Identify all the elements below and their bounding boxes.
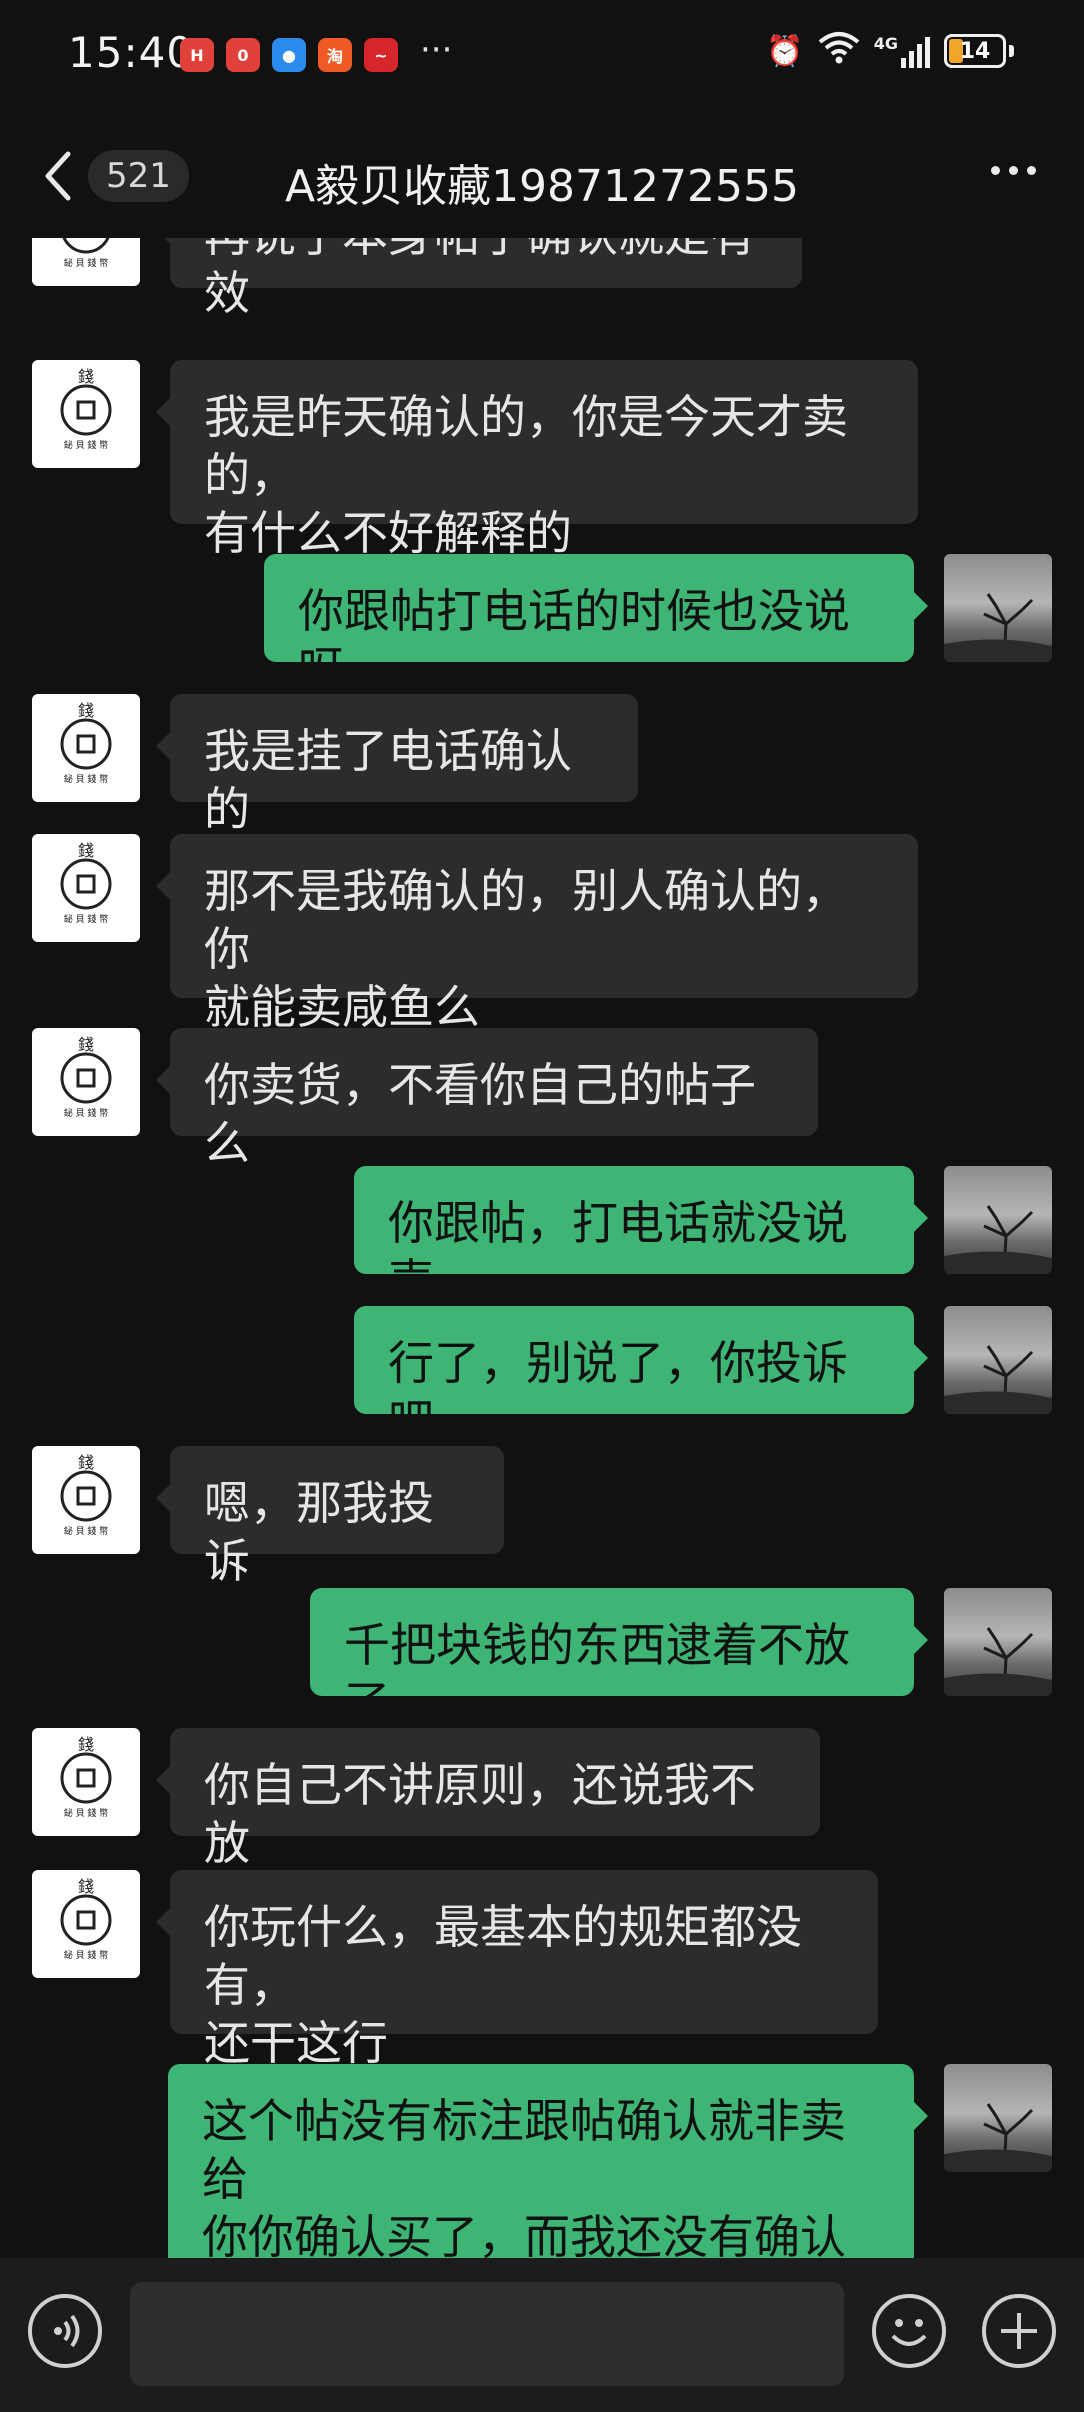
outgoing-message-row: 千把块钱的东西逮着不放了 [0,1588,1084,1730]
chat-title: A毅贝收藏19871272555 [284,161,800,212]
clock: 15:40 [68,28,195,77]
signal-icon: 4G [874,34,930,68]
smiley-icon [891,2319,927,2346]
my-avatar[interactable] [944,554,1052,662]
incoming-message-row: 錢鉍 貝 錢 幣再说了本身帖子确认就是有效 [0,238,1084,320]
incoming-message-row: 錢鉍 貝 錢 幣嗯，那我投诉 [0,1446,1084,1588]
message-bubble[interactable]: 我是挂了电话确认的 [156,694,638,836]
svg-text:錢: 錢 [78,1877,94,1896]
svg-text:鉍 貝 錢 幣: 鉍 貝 錢 幣 [64,439,109,451]
svg-text:鉍 貝 錢 幣: 鉍 貝 錢 幣 [64,773,109,785]
emoji-button[interactable] [872,2294,946,2368]
voice-input-button[interactable] [28,2294,102,2368]
incoming-message-row: 錢鉍 貝 錢 幣你卖货，不看你自己的帖子么 [0,1028,1084,1170]
message-list[interactable]: 錢鉍 貝 錢 幣再说了本身帖子确认就是有效錢鉍 貝 錢 幣我是昨天确认的，你是今… [0,238,1084,2258]
more-actions-button[interactable] [982,2294,1056,2368]
system-icons: ⏰ 4G 14 [766,30,1014,72]
status-bar: 15:40 H 0 ● 淘 ~ ··· ⏰ 4G 14 [0,0,1084,112]
my-avatar[interactable] [944,1166,1052,1274]
contact-avatar[interactable]: 錢鉍 貝 錢 幣 [32,1446,140,1554]
message-app-icon: ● [272,38,306,72]
plus-icon [1001,2313,1037,2349]
message-bubble[interactable]: 这个帖没有标注跟帖确认就非卖给 你你确认买了，而我还没有确认卖 给你， [168,2064,928,2258]
outgoing-message-row: 你跟帖，打电话就没说声 [0,1166,1084,1308]
incoming-message-row: 錢鉍 貝 錢 幣我是昨天确认的，你是今天才卖的， 有什么不好解释的 [0,360,1084,560]
battery-icon: 14 [944,34,1006,68]
contact-avatar[interactable]: 錢鉍 貝 錢 幣 [32,694,140,802]
incoming-message-row: 錢鉍 貝 錢 幣那不是我确认的，别人确认的，你 就能卖咸鱼么 [0,834,1084,1034]
message-bubble[interactable]: 你玩什么，最基本的规矩都没有， 还干这行 [156,1870,878,2070]
svg-text:鉍 貝 錢 幣: 鉍 貝 錢 幣 [64,1807,109,1819]
message-bubble[interactable]: 那不是我确认的，别人确认的，你 就能卖咸鱼么 [156,834,918,1034]
message-input[interactable] [130,2282,844,2386]
taobao-icon: 淘 [318,38,352,72]
svg-text:鉍 貝 錢 幣: 鉍 貝 錢 幣 [64,1525,109,1537]
wifi-icon [818,30,860,72]
outgoing-message-row: 你跟帖打电话的时候也没说呀 [0,554,1084,696]
svg-text:錢: 錢 [78,1453,94,1472]
outgoing-message-row: 这个帖没有标注跟帖确认就非卖给 你你确认买了，而我还没有确认卖 给你， [0,2064,1084,2258]
svg-text:錢: 錢 [78,841,94,860]
incoming-message-row: 錢鉍 貝 錢 幣你自己不讲原则，还说我不放 [0,1728,1084,1870]
svg-text:錢: 錢 [78,1035,94,1054]
svg-text:錢: 錢 [78,1735,94,1754]
alarm-icon: ⏰ [766,33,804,69]
outgoing-message-row: 行了，别说了，你投诉吧 [0,1306,1084,1448]
svg-text:錢: 錢 [78,367,94,386]
svg-text:鉍 貝 錢 幣: 鉍 貝 錢 幣 [64,1107,109,1119]
message-bubble[interactable]: 再说了本身帖子确认就是有效 [156,238,802,320]
network-type-label: 4G [873,34,898,53]
my-avatar[interactable] [944,1306,1052,1414]
message-bubble[interactable]: 你跟帖打电话的时候也没说呀 [264,554,928,696]
my-avatar[interactable] [944,1588,1052,1696]
message-bubble[interactable]: 嗯，那我投诉 [156,1446,504,1588]
more-notifications-icon: ··· [420,30,453,70]
message-bubble[interactable]: 你自己不讲原则，还说我不放 [156,1728,820,1870]
contact-avatar[interactable]: 錢鉍 貝 錢 幣 [32,1028,140,1136]
stock-app-icon: ~ [364,38,398,72]
incoming-message-row: 錢鉍 貝 錢 幣你玩什么，最基本的规矩都没有， 还干这行 [0,1870,1084,2070]
contact-avatar[interactable]: 錢鉍 貝 錢 幣 [32,1870,140,1978]
svg-text:鉍 貝 錢 幣: 鉍 貝 錢 幣 [64,1949,109,1961]
chat-header: 521 A毅贝收藏19871272555 [0,112,1084,238]
input-bar [0,2258,1084,2412]
contact-avatar[interactable]: 錢鉍 貝 錢 幣 [32,834,140,942]
message-bubble[interactable]: 我是昨天确认的，你是今天才卖的， 有什么不好解释的 [156,360,918,560]
huawei-app-icon: H [180,38,214,72]
more-options-button[interactable] [991,166,1036,175]
svg-text:鉍 貝 錢 幣: 鉍 貝 錢 幣 [64,913,109,925]
battery-level: 14 [959,38,991,64]
contact-avatar[interactable]: 錢鉍 貝 錢 幣 [32,238,140,286]
svg-text:鉍 貝 錢 幣: 鉍 貝 錢 幣 [64,257,109,269]
contact-avatar[interactable]: 錢鉍 貝 錢 幣 [32,360,140,468]
message-bubble[interactable]: 行了，别说了，你投诉吧 [354,1306,928,1448]
message-bubble[interactable]: 你卖货，不看你自己的帖子么 [156,1028,818,1170]
notification-icons: H 0 ● 淘 ~ [180,38,398,72]
message-bubble[interactable]: 千把块钱的东西逮着不放了 [310,1588,928,1730]
incoming-message-row: 錢鉍 貝 錢 幣我是挂了电话确认的 [0,694,1084,836]
svg-text:錢: 錢 [78,701,94,720]
red-app-icon: 0 [226,38,260,72]
voice-icon [54,2314,80,2348]
contact-avatar[interactable]: 錢鉍 貝 錢 幣 [32,1728,140,1836]
my-avatar[interactable] [944,2064,1052,2172]
message-bubble[interactable]: 你跟帖，打电话就没说声 [354,1166,928,1308]
